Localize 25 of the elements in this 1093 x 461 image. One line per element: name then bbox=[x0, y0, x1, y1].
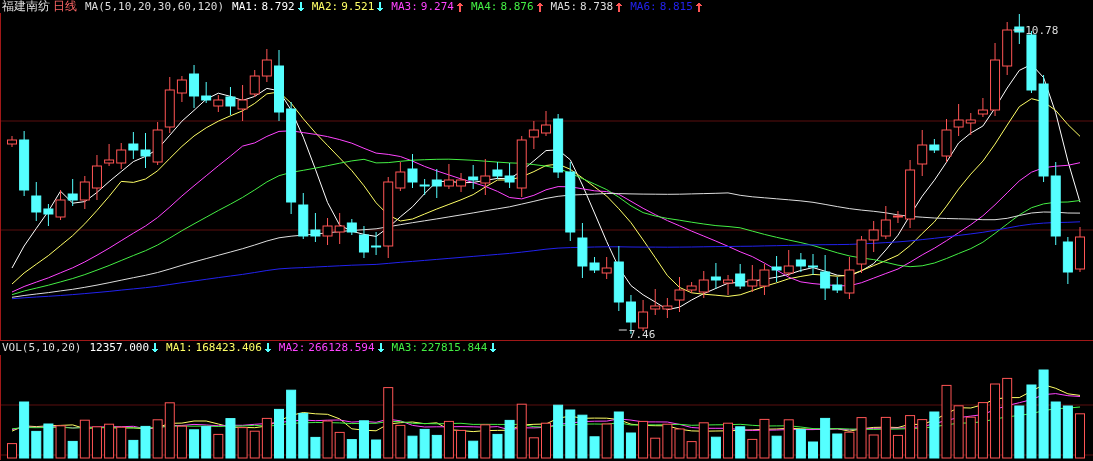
ma-label: MA2: bbox=[311, 0, 339, 13]
indicator-label: MA(5,10,20,30,60,120) bbox=[85, 0, 225, 13]
ma-label: MA1: bbox=[232, 0, 259, 13]
ma-value: 9.274 bbox=[420, 0, 454, 13]
volume-value: 12357.000 bbox=[89, 341, 150, 355]
indicator-label: VOL(5,10,20) bbox=[2, 341, 82, 355]
ma-value: 227815.844 bbox=[421, 341, 488, 355]
ma-value: 8.815 bbox=[659, 0, 693, 13]
low-price-label: 7.46 bbox=[628, 328, 656, 340]
stock-name: 福建南纺 bbox=[2, 0, 50, 13]
ma-label: MA4: bbox=[470, 0, 498, 13]
period-label: 日线 bbox=[53, 0, 77, 13]
ma-value: 266128.594 bbox=[308, 341, 375, 355]
ma-value: 8.738 bbox=[580, 0, 614, 13]
ma-label: MA5: bbox=[550, 0, 578, 13]
ma-label: MA3: bbox=[391, 341, 419, 355]
ma-value: 168423.406 bbox=[195, 341, 262, 355]
ma-value: 8.792 bbox=[261, 0, 295, 13]
ma-label: MA1: bbox=[166, 341, 193, 355]
ma-label: MA6: bbox=[630, 0, 657, 13]
high-price-label: 10.78 bbox=[1025, 24, 1059, 37]
ma-label: MA2: bbox=[278, 341, 306, 355]
ma-value: 9.521 bbox=[341, 0, 375, 13]
ma-value: 8.876 bbox=[500, 0, 534, 13]
ma-label: MA3: bbox=[391, 0, 418, 13]
